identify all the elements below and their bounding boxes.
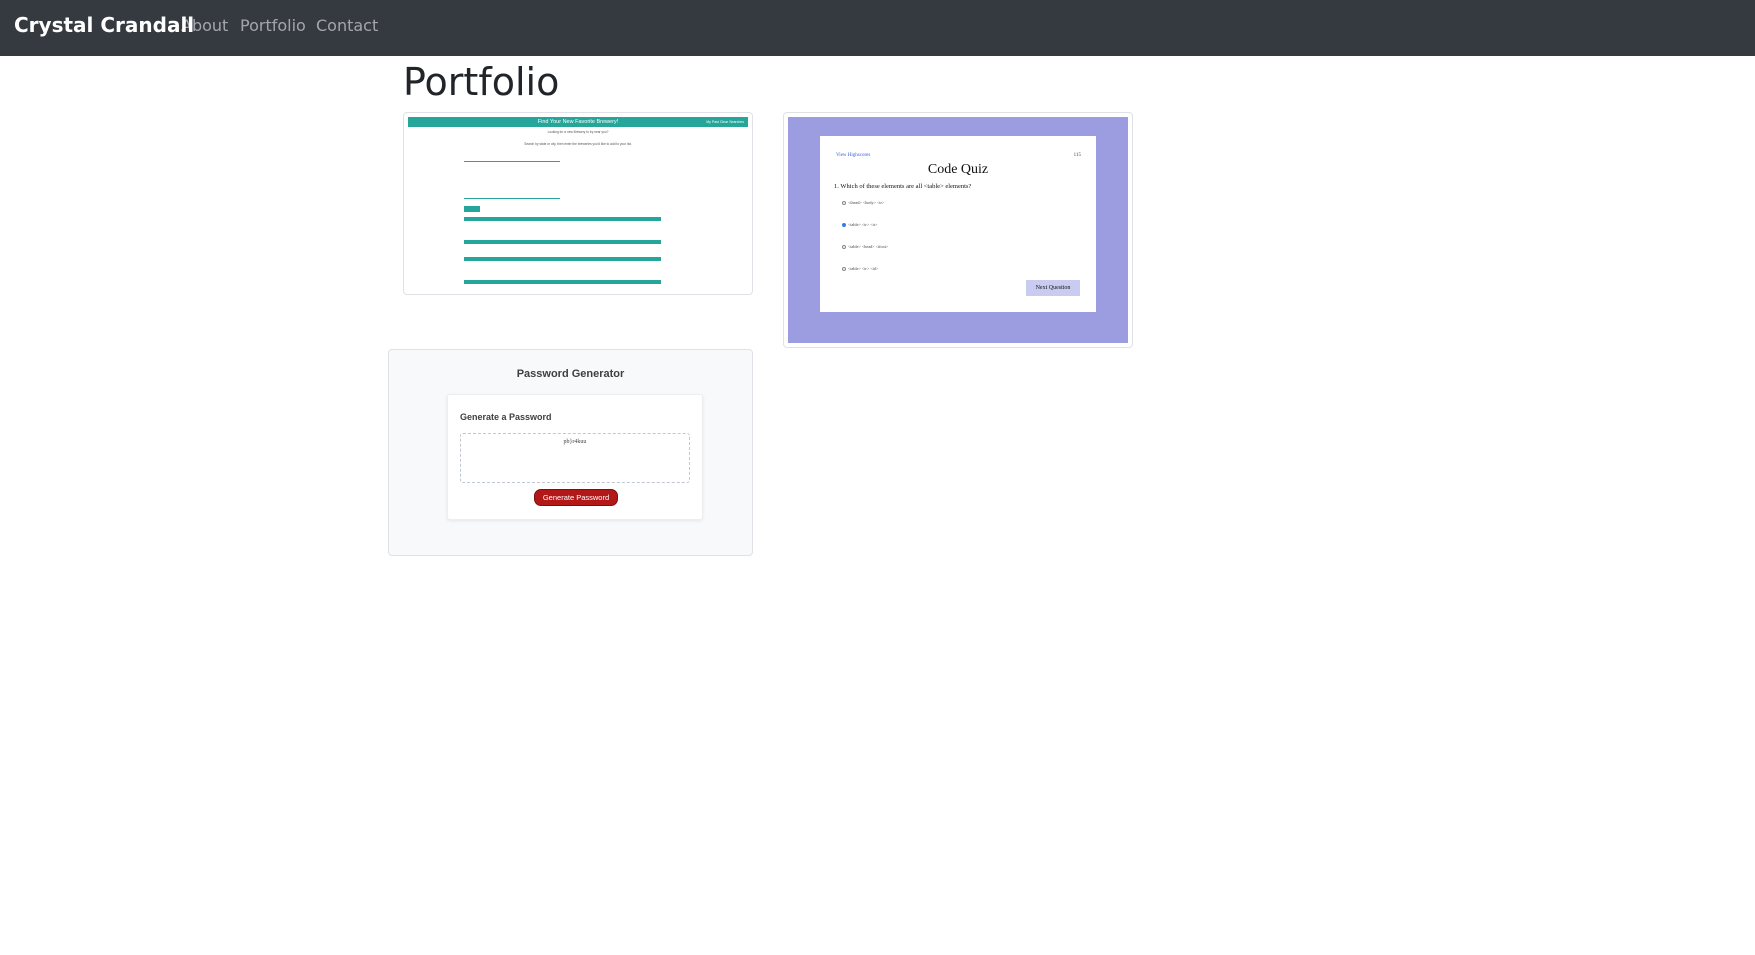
quiz-option-label: <table> <tr> <td>	[848, 266, 879, 271]
quiz-option-label: <table> <tr> <tr>	[848, 222, 878, 227]
quiz-option: <table> <tr> <td>	[842, 266, 878, 272]
radio-icon	[842, 245, 846, 250]
nav-link-portfolio[interactable]: Portfolio	[240, 15, 306, 37]
password-generator-screenshot: Password Generator Generate a Password p…	[389, 350, 752, 555]
quiz-option: <table> <tr> <tr>	[842, 222, 878, 228]
navbar: Crystal Crandall About Portfolio Contact	[0, 0, 1755, 56]
brewery-search-button	[464, 206, 480, 212]
quiz-option-label: <thead> <body> <tr>	[848, 200, 885, 205]
brewery-result-bar	[464, 240, 661, 244]
quiz-option: <table> <head> <tfoot>	[842, 244, 888, 250]
brand-link[interactable]: Crystal Crandall	[14, 12, 194, 38]
brewery-screenshot: Find Your New Favorite Brewery! My Past …	[408, 117, 748, 290]
generate-password-button: Generate Password	[534, 489, 618, 506]
quiz-title: Code Quiz	[927, 162, 989, 177]
brewery-state-input	[464, 161, 560, 162]
nav-link-contact[interactable]: Contact	[316, 15, 378, 37]
quiz-card: View Highscores 115 Code Quiz 1. Which o…	[820, 136, 1096, 312]
quiz-question: 1. Which of these elements are all <tabl…	[834, 183, 972, 190]
radio-icon	[842, 267, 846, 272]
password-subtitle: Generate a Password	[460, 412, 552, 422]
password-output: pb}r4kuu	[460, 433, 690, 483]
password-card: Generate a Password pb}r4kuu Generate Pa…	[447, 394, 703, 520]
code-quiz-screenshot: View Highscores 115 Code Quiz 1. Which o…	[788, 117, 1128, 343]
nav-link-about[interactable]: About	[181, 15, 228, 37]
quiz-next-button: Next Question	[1026, 280, 1080, 296]
radio-selected-icon	[842, 223, 846, 228]
brewery-header-links: My Past Clear Searches	[706, 120, 744, 124]
brewery-result-bar	[464, 257, 661, 261]
brewery-intro-1: Looking for a new Brewery to try near yo…	[547, 130, 609, 134]
quiz-option-label: <table> <head> <tfoot>	[848, 244, 889, 249]
project-thumbnail-brewery[interactable]: Find Your New Favorite Brewery! My Past …	[403, 112, 753, 295]
project-thumbnail-password-generator[interactable]: Password Generator Generate a Password p…	[388, 349, 753, 556]
quiz-timer: 115	[1073, 153, 1081, 158]
quiz-highscores-link: View Highscores	[836, 153, 871, 158]
brewery-title: Find Your New Favorite Brewery!	[537, 119, 619, 125]
brewery-result-bar	[464, 280, 661, 284]
brewery-intro-2: Search by state or city, then enter the …	[524, 142, 632, 146]
brewery-city-input	[464, 198, 560, 199]
project-thumbnail-code-quiz[interactable]: View Highscores 115 Code Quiz 1. Which o…	[783, 112, 1133, 348]
radio-icon	[842, 201, 846, 206]
page-title: Portfolio	[403, 60, 560, 104]
quiz-option: <thead> <body> <tr>	[842, 200, 884, 206]
brewery-result-bar	[464, 217, 661, 221]
password-title: Password Generator	[516, 368, 625, 380]
password-value: pb}r4kuu	[563, 439, 587, 445]
